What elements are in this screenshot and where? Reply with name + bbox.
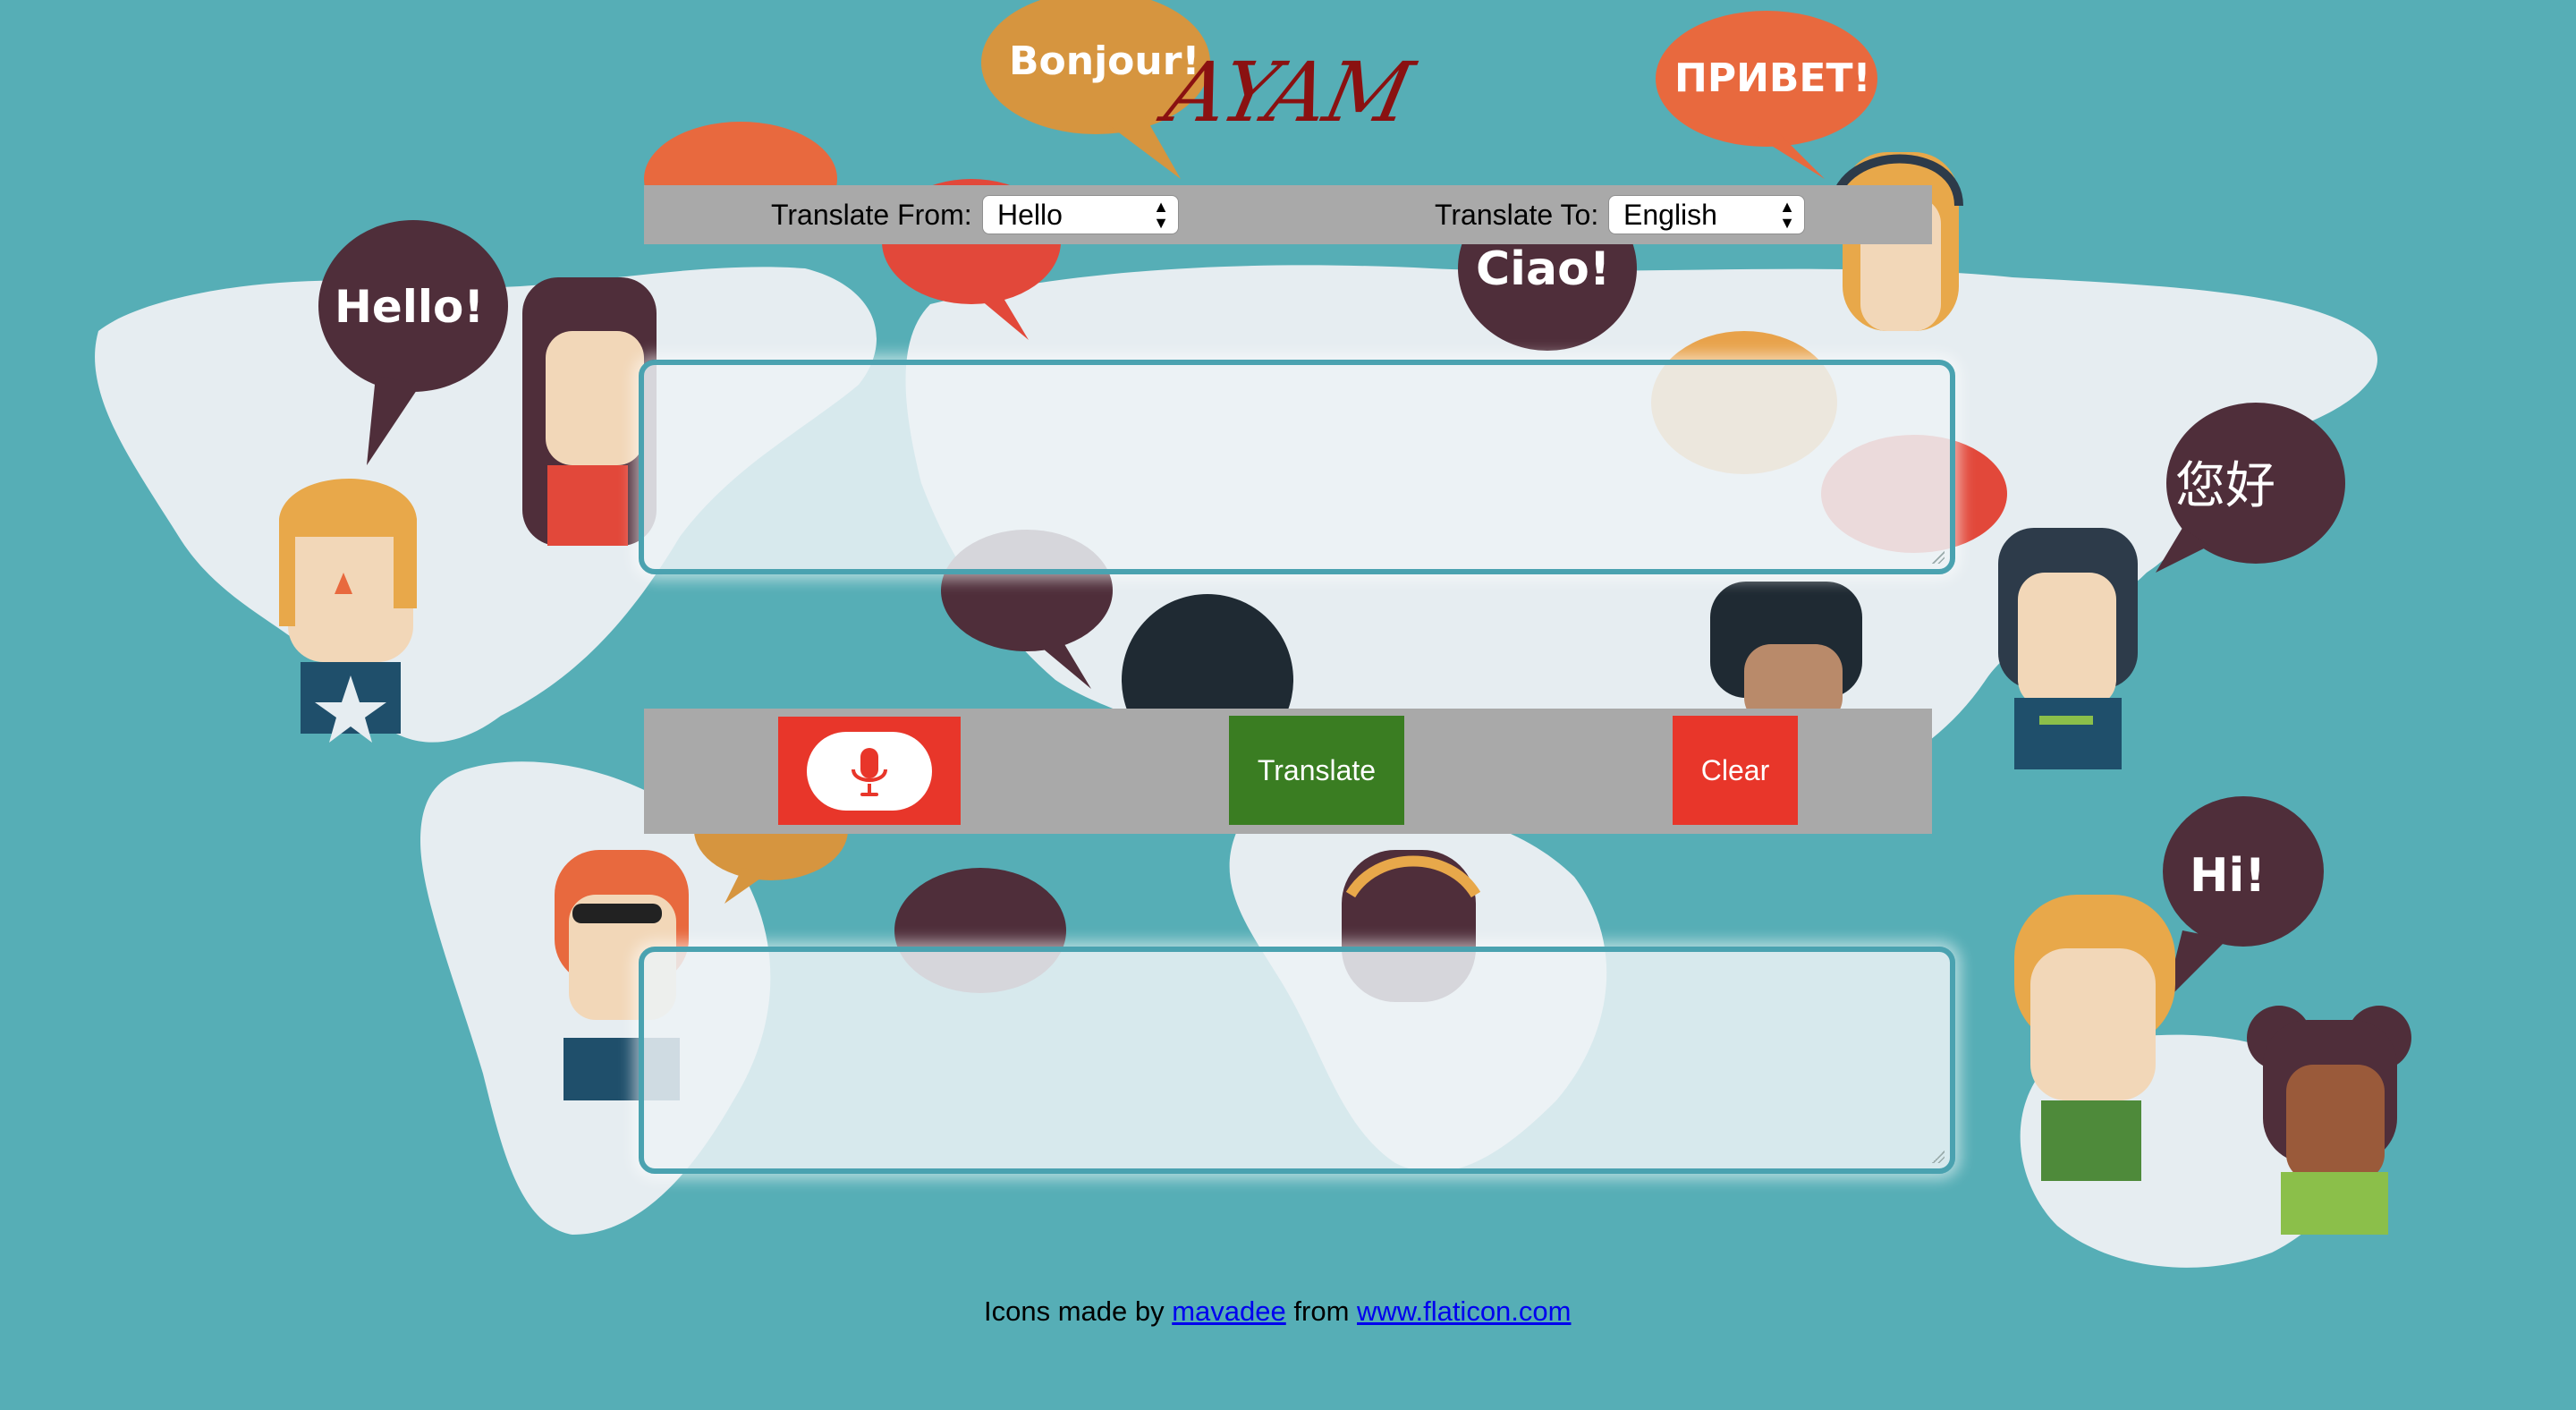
svg-text:ПРИВЕТ!: ПРИВЕТ! (1674, 55, 1871, 101)
credit-prefix: Icons made by (984, 1295, 1165, 1327)
svg-text:Hello!: Hello! (335, 281, 484, 333)
author-link[interactable]: mavadee (1172, 1295, 1286, 1327)
mic-button[interactable] (778, 717, 961, 825)
source-text-input[interactable] (639, 360, 1955, 574)
translate-from-value: Hello (997, 199, 1063, 231)
translate-button[interactable]: Translate (1229, 716, 1404, 825)
avatar-dark-hair-left (522, 277, 657, 546)
svg-text:您好: 您好 (2175, 457, 2275, 515)
bubble-privet: ПРИВЕТ! (1656, 11, 1877, 179)
translate-to-value: English (1623, 199, 1717, 231)
select-arrows-icon: ▲ ▼ (1153, 198, 1169, 232)
svg-text:Hi!: Hi! (2190, 849, 2266, 903)
credit-middle: from (1293, 1295, 1350, 1327)
avatar-right-dark-hair (1998, 528, 2138, 769)
translate-to-select[interactable]: English ▲ ▼ (1608, 195, 1805, 234)
avatar-blonde-star (279, 479, 417, 743)
resize-grip-icon[interactable] (1932, 1151, 1945, 1163)
flaticon-link[interactable]: www.flaticon.com (1357, 1295, 1571, 1327)
translate-from-select[interactable]: Hello ▲ ▼ (982, 195, 1179, 234)
microphone-icon (852, 748, 887, 796)
resize-grip-icon[interactable] (1932, 551, 1945, 564)
select-arrows-icon: ▲ ▼ (1779, 198, 1795, 232)
bubble-hi-right: Hi! (2163, 796, 2324, 1002)
mic-pill (807, 732, 932, 811)
svg-text:Ciao!: Ciao! (1476, 242, 1611, 296)
icon-credit: Icons made by mavadee from www.flaticon.… (984, 1295, 1571, 1328)
app-logo: AYAM (1157, 45, 1419, 140)
translate-to-label: Translate To: (1435, 199, 1599, 231)
translate-from-label: Translate From: (771, 199, 972, 231)
clear-button[interactable]: Clear (1673, 716, 1798, 825)
translation-output[interactable] (639, 947, 1955, 1174)
